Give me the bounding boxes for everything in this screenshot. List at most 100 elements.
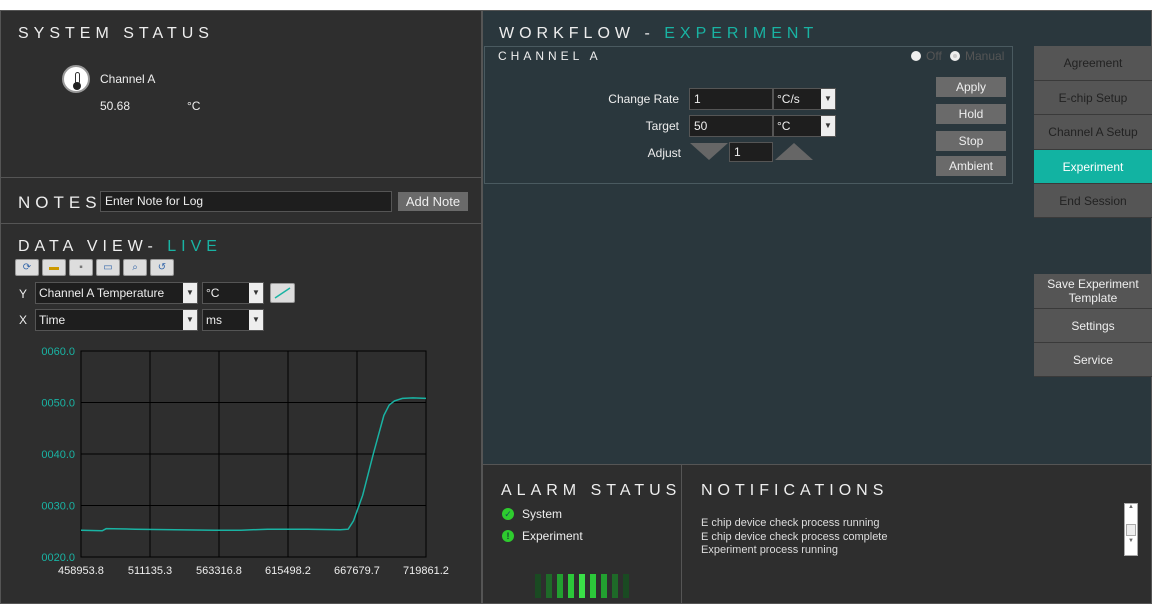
channel-value: 50.68 [100, 99, 131, 113]
add-note-button[interactable]: Add Note [398, 192, 468, 211]
experiment-running-icon: ! [502, 530, 514, 542]
x-tick-label: 563316.8 [196, 565, 242, 577]
line-style-icon [274, 287, 291, 299]
level-bar [579, 574, 585, 598]
data-view-mode: LIVE [167, 238, 222, 255]
y-series-select[interactable]: Channel A Temperature ▼ [35, 282, 198, 304]
scroll-down-icon[interactable]: ▼ [1125, 538, 1137, 544]
service-button[interactable]: Service [1034, 343, 1152, 377]
level-bar [568, 574, 574, 598]
notifications-list: E chip device check process running E ch… [701, 517, 887, 558]
x-tick-label: 667679.7 [334, 565, 380, 577]
notifications-scrollbar[interactable]: ▲ ▼ [1124, 503, 1138, 556]
activity-level-meter [535, 574, 629, 598]
stop-button[interactable]: Stop [936, 131, 1006, 151]
level-bar [557, 574, 563, 598]
change-rate-unit-select[interactable]: °C/s ▼ [773, 88, 836, 110]
change-rate-unit-value: °C/s [777, 92, 800, 106]
scroll-up-icon[interactable]: ▲ [1125, 504, 1137, 510]
hold-button[interactable]: Hold [936, 104, 1006, 124]
target-label: Target [645, 119, 679, 133]
channel-label: Channel A [100, 72, 156, 86]
x-axis-label: X [19, 313, 28, 327]
level-bar [546, 574, 552, 598]
alarm-experiment-label: Experiment [522, 529, 583, 543]
open-folder-icon[interactable]: ▬ [42, 259, 66, 276]
x-series-select[interactable]: Time ▼ [35, 309, 198, 331]
decrease-arrow-icon[interactable] [690, 143, 728, 161]
nav-channel-a-setup[interactable]: Channel A Setup [1034, 115, 1152, 150]
data-view-title: DATA VIEW- [18, 238, 158, 255]
y-unit-select[interactable]: °C ▼ [202, 282, 264, 304]
y-unit-value: °C [206, 286, 220, 300]
new-window-icon[interactable]: ▭ [96, 259, 120, 276]
adjust-label: Adjust [647, 146, 681, 160]
notifications-title: NOTIFICATIONS [701, 482, 889, 499]
nav-echip-setup[interactable]: E-chip Setup [1034, 81, 1152, 115]
x-tick-label: 511135.3 [128, 565, 172, 577]
notification-item: Experiment process running [701, 544, 838, 556]
y-tick-label: 0060.0 [41, 346, 75, 358]
level-bar [612, 574, 618, 598]
radio-off[interactable] [911, 51, 921, 61]
change-rate-label: Change Rate [608, 92, 679, 106]
ambient-button[interactable]: Ambient [936, 156, 1006, 176]
history-icon[interactable]: ↺ [150, 259, 174, 276]
y-tick-label: 0050.0 [41, 398, 75, 410]
scroll-thumb[interactable] [1126, 524, 1136, 536]
increase-arrow-icon[interactable] [775, 143, 813, 161]
thermometer-icon [62, 65, 90, 93]
x-unit-value: ms [206, 313, 222, 327]
apply-button[interactable]: Apply [936, 77, 1006, 97]
level-bar [601, 574, 607, 598]
radio-manual-label: Manual [965, 49, 1005, 63]
channel-a-title: CHANNEL A [498, 49, 602, 63]
chevron-down-icon: ▼ [183, 310, 197, 330]
alarm-system-label: System [522, 507, 563, 521]
chevron-down-icon: ▼ [249, 283, 263, 303]
adjust-input[interactable]: 1 [729, 142, 773, 162]
alarm-status-title: ALARM STATUS [501, 482, 682, 499]
nav-end-session[interactable]: End Session [1034, 184, 1152, 218]
channel-unit: °C [187, 99, 201, 113]
workflow-mode: EXPERIMENT [664, 25, 819, 42]
system-status-title: SYSTEM STATUS [18, 25, 214, 42]
y-tick-label: 0030.0 [41, 501, 75, 513]
zoom-fit-icon[interactable]: ⌕ [123, 259, 147, 276]
x-tick-label: 615498.2 [265, 565, 311, 577]
chevron-down-icon: ▼ [183, 283, 197, 303]
chevron-down-icon: ▼ [821, 116, 835, 136]
target-unit-value: °C [777, 119, 791, 133]
line-style-button[interactable] [270, 283, 295, 303]
target-unit-select[interactable]: °C ▼ [773, 115, 836, 137]
target-input[interactable]: 50 [689, 115, 773, 137]
change-rate-input[interactable]: 1 [689, 88, 773, 110]
y-series-value: Channel A Temperature [39, 286, 165, 300]
level-bar [535, 574, 541, 598]
x-tick-label: 719861.2 [403, 565, 449, 577]
chevron-down-icon: ▼ [249, 310, 263, 330]
settings-button[interactable]: Settings [1034, 309, 1152, 343]
y-tick-label: 0020.0 [41, 552, 75, 564]
nav-agreement[interactable]: Agreement [1034, 46, 1152, 81]
temperature-chart: 458953.8 511135.3 563316.8 615498.2 667679.7… [41, 346, 449, 577]
system-ok-icon: ✓ [502, 508, 514, 520]
nav-experiment[interactable]: Experiment [1034, 150, 1152, 184]
y-axis-label: Y [19, 287, 28, 301]
notes-title: NOTES [18, 193, 102, 212]
notification-item: E chip device check process complete [701, 530, 888, 543]
y-tick-label: 0040.0 [41, 449, 75, 461]
level-bar [623, 574, 629, 598]
note-input[interactable]: Enter Note for Log [100, 191, 392, 212]
x-series-value: Time [39, 313, 66, 327]
x-unit-select[interactable]: ms ▼ [202, 309, 264, 331]
chevron-down-icon: ▼ [821, 89, 835, 109]
radio-off-label: Off [926, 49, 942, 63]
radio-manual[interactable] [950, 51, 960, 61]
notification-item: E chip device check process running [701, 517, 880, 529]
save-template-button[interactable]: Save Experiment Template [1034, 274, 1152, 309]
workflow-title: WORKFLOW - [499, 25, 655, 42]
refresh-icon[interactable]: ⟳ [15, 259, 39, 276]
save-icon[interactable]: ▪ [69, 259, 93, 276]
x-tick-label: 458953.8 [58, 565, 104, 577]
